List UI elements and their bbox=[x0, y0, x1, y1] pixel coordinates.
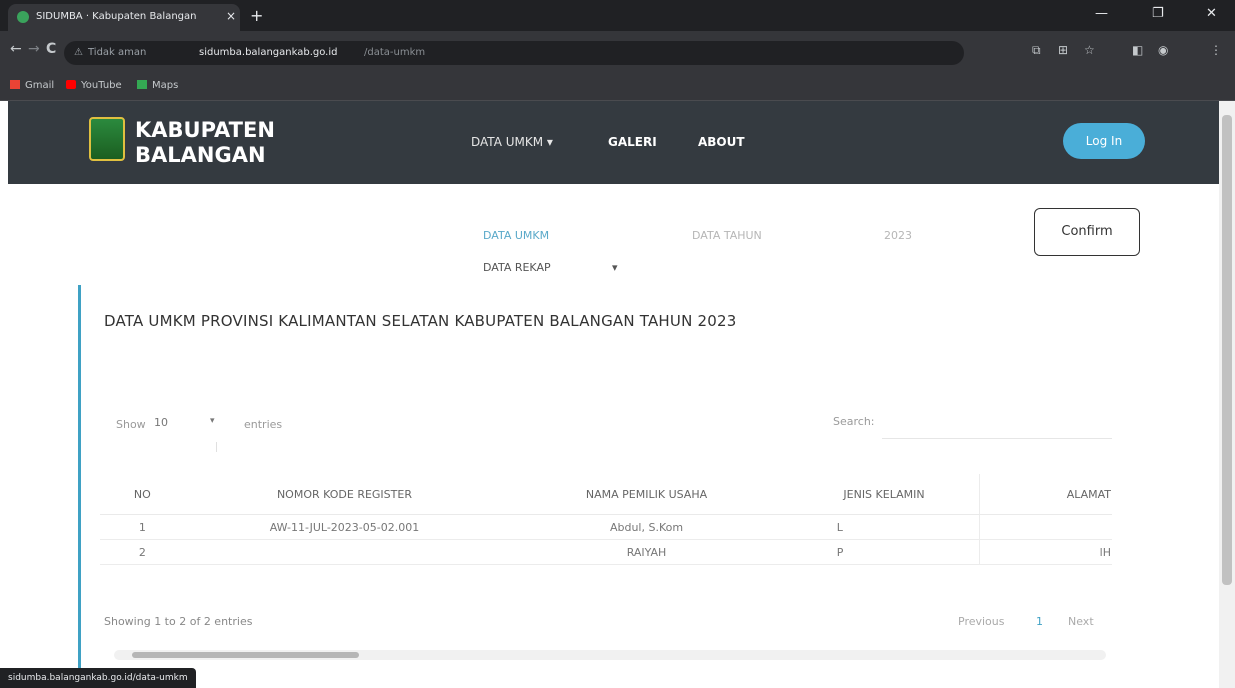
forward-icon[interactable]: → bbox=[28, 41, 40, 57]
menu-data-umkm[interactable]: DATA UMKM ▾ bbox=[471, 135, 553, 149]
col-alamat[interactable]: ALAMAT bbox=[979, 474, 1112, 515]
maximize-icon[interactable]: ❐ bbox=[1152, 6, 1164, 21]
profile-icon[interactable]: ◉ bbox=[1158, 43, 1168, 57]
close-window-icon[interactable]: ✕ bbox=[1206, 6, 1217, 21]
cell-jenis-kelamin: P bbox=[788, 539, 980, 565]
url-field[interactable]: ⚠ Tidak aman sidumba.balangankab.go.id /… bbox=[64, 41, 964, 65]
reload-icon[interactable]: C bbox=[46, 41, 56, 57]
address-bar-row: ← → C ⚠ Tidak aman sidumba.balangankab.g… bbox=[0, 31, 1235, 75]
youtube-icon bbox=[66, 80, 76, 89]
browser-tab-bar: SIDUMBA · Kabupaten Balangan × + — ❐ ✕ bbox=[0, 0, 1235, 31]
table-row: 2 RAIYAH P lH bbox=[100, 539, 1112, 565]
status-bar-url: sidumba.balangankab.go.id/data-umkm bbox=[0, 668, 196, 688]
extensions-icon[interactable]: ◧ bbox=[1132, 43, 1143, 57]
login-button[interactable]: Log In bbox=[1063, 123, 1145, 159]
col-no[interactable]: NO bbox=[100, 474, 185, 515]
page-1-button[interactable]: 1 bbox=[1036, 615, 1043, 628]
bookmark-star-icon[interactable]: ☆ bbox=[1084, 43, 1095, 57]
table-info: Showing 1 to 2 of 2 entries bbox=[104, 615, 253, 628]
filter-year[interactable]: 2023 bbox=[884, 229, 912, 242]
confirm-button[interactable]: Confirm bbox=[1034, 208, 1140, 256]
bookmark-label: Maps bbox=[152, 80, 179, 91]
brand-line-1: KABUPATEN bbox=[135, 118, 275, 142]
cell-nomor-kode: AW-11-JUL-2023-05-02.001 bbox=[184, 514, 505, 540]
new-tab-icon[interactable]: + bbox=[250, 6, 263, 25]
col-jenis-kelamin[interactable]: JENIS KELAMIN bbox=[788, 474, 980, 515]
warning-icon: ⚠ bbox=[74, 47, 83, 58]
tab-close-icon[interactable]: × bbox=[226, 9, 236, 23]
url-domain: sidumba.balangankab.go.id bbox=[199, 47, 338, 58]
show-label: Show bbox=[116, 418, 146, 431]
chevron-down-icon: ▾ bbox=[210, 416, 215, 426]
site-favicon-icon bbox=[17, 11, 29, 23]
select-divider bbox=[216, 442, 217, 452]
kabupaten-logo[interactable] bbox=[89, 117, 125, 161]
minimize-icon[interactable]: — bbox=[1095, 6, 1108, 21]
entries-label: entries bbox=[244, 418, 283, 431]
tab-title: SIDUMBA · Kabupaten Balangan bbox=[36, 11, 197, 22]
gmail-icon bbox=[10, 80, 20, 89]
browser-tab[interactable]: SIDUMBA · Kabupaten Balangan × bbox=[8, 4, 240, 31]
scrollbar-thumb[interactable] bbox=[1222, 115, 1232, 585]
entries-value: 10 bbox=[154, 416, 168, 429]
site-navbar: KABUPATEN BALANGAN DATA UMKM ▾ GALERI AB… bbox=[8, 101, 1219, 184]
install-app-icon[interactable]: ⊞ bbox=[1058, 43, 1068, 57]
bookmark-label: Gmail bbox=[25, 80, 55, 91]
cell-jenis-kelamin: L bbox=[788, 514, 980, 540]
browser-menu-icon[interactable]: ⋮ bbox=[1210, 43, 1222, 57]
page-title: DATA UMKM PROVINSI KALIMANTAN SELATAN KA… bbox=[104, 312, 737, 330]
entries-select[interactable]: 10 ▾ bbox=[149, 410, 221, 452]
cell-alamat bbox=[979, 514, 1112, 540]
brand-line-2: BALANGAN bbox=[135, 143, 266, 167]
bookmark-maps[interactable]: Maps bbox=[137, 80, 178, 91]
security-label: Tidak aman bbox=[88, 47, 147, 58]
col-nama[interactable]: NAMA PEMILIK USAHA bbox=[504, 474, 789, 515]
vertical-scrollbar[interactable] bbox=[1219, 101, 1235, 688]
table-header-row: NO NOMOR KODE REGISTER NAMA PEMILIK USAH… bbox=[100, 474, 1112, 515]
umkm-table: NO NOMOR KODE REGISTER NAMA PEMILIK USAH… bbox=[100, 474, 1112, 565]
cell-nama: RAIYAH bbox=[504, 539, 789, 565]
bookmarks-bar: Gmail YouTube Maps bbox=[0, 75, 1235, 101]
url-path: /data-umkm bbox=[364, 47, 426, 58]
menu-galeri[interactable]: GALERI bbox=[608, 135, 657, 149]
maps-icon bbox=[137, 80, 147, 89]
next-button[interactable]: Next bbox=[1068, 615, 1094, 628]
filter-data-tahun[interactable]: DATA TAHUN bbox=[692, 229, 762, 242]
table-row: 1 AW-11-JUL-2023-05-02.001 Abdul, S.Kom … bbox=[100, 514, 1112, 540]
cell-nama: Abdul, S.Kom bbox=[504, 514, 789, 540]
cell-alamat: lH bbox=[979, 539, 1112, 565]
cell-nomor-kode bbox=[184, 539, 505, 565]
bookmark-gmail[interactable]: Gmail bbox=[10, 80, 54, 91]
filter-data-rekap[interactable]: DATA REKAP bbox=[483, 261, 551, 274]
translate-icon[interactable]: ⧉ bbox=[1032, 43, 1041, 58]
horizontal-scrollbar[interactable] bbox=[114, 650, 1106, 660]
bookmark-label: YouTube bbox=[81, 80, 122, 91]
search-input[interactable] bbox=[882, 410, 1112, 439]
search-label: Search: bbox=[833, 415, 875, 428]
site-brand[interactable]: KABUPATEN BALANGAN bbox=[135, 118, 275, 168]
previous-button[interactable]: Previous bbox=[958, 615, 1005, 628]
back-icon[interactable]: ← bbox=[10, 41, 22, 57]
cell-no: 2 bbox=[100, 539, 185, 565]
cell-no: 1 bbox=[100, 514, 185, 540]
bookmark-youtube[interactable]: YouTube bbox=[66, 80, 122, 91]
filter-data-umkm[interactable]: DATA UMKM bbox=[483, 229, 549, 242]
col-nomor-kode[interactable]: NOMOR KODE REGISTER bbox=[184, 474, 505, 515]
menu-about[interactable]: ABOUT bbox=[698, 135, 745, 149]
scrollbar-thumb[interactable] bbox=[132, 652, 359, 658]
rekap-dropdown-icon[interactable]: ▾ bbox=[612, 261, 618, 274]
card-accent-line bbox=[78, 285, 81, 688]
